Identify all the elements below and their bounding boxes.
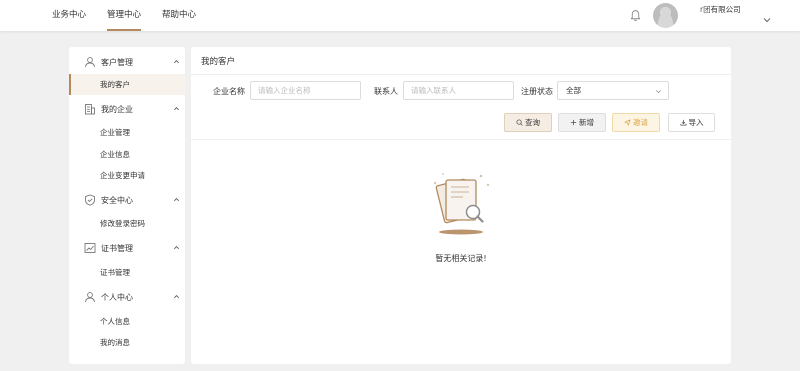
chevron-down-icon[interactable]: [763, 16, 771, 24]
user-icon: [85, 292, 95, 303]
title-divider: [191, 74, 731, 75]
status-select-value: 全部: [566, 86, 581, 95]
top-nav-bar: 业务中心 管理中心 帮助中心 r团有限公司: [0, 0, 800, 31]
sidebar-item-certificate-management[interactable]: 证书管理: [69, 262, 185, 283]
sidebar-group-customer[interactable]: 客户管理: [69, 52, 185, 72]
sidebar-item-enterprise-management[interactable]: 企业管理: [69, 122, 185, 143]
add-button-label: 新增: [579, 118, 594, 127]
user-icon: [85, 57, 95, 68]
bell-icon[interactable]: [629, 9, 642, 22]
content-divider: [191, 139, 731, 140]
chevron-down-icon: [656, 90, 661, 94]
company-name-label: 企业名称: [213, 87, 245, 96]
query-button[interactable]: 查询: [504, 113, 552, 132]
chevron-up-icon: [174, 295, 179, 299]
import-button-label: 导入: [688, 118, 704, 127]
chevron-up-icon: [174, 60, 179, 64]
import-button[interactable]: 导入: [668, 113, 715, 132]
contact-label: 联系人: [374, 87, 398, 96]
query-button-label: 查询: [525, 118, 540, 127]
invite-button[interactable]: 邀请: [612, 113, 660, 132]
sidebar: 客户管理 我的客户 我的企业 企业管理 企业信息 企业变更申请 安全中心 修改登…: [69, 47, 185, 364]
nav-help-center[interactable]: 帮助中心: [162, 0, 196, 31]
sidebar-item-enterprise-change[interactable]: 企业变更申请: [69, 165, 185, 186]
sidebar-group-label: 安全中心: [101, 196, 133, 205]
nav-business-center[interactable]: 业务中心: [52, 0, 86, 31]
contact-input[interactable]: 请输入联系人: [403, 81, 514, 100]
status-label: 注册状态: [521, 87, 553, 96]
sidebar-item-enterprise-info[interactable]: 企业信息: [69, 144, 185, 165]
download-icon: [679, 119, 687, 126]
empty-state-text: 暂无相关记录!: [435, 254, 487, 263]
company-name-prefix: r团: [700, 5, 711, 14]
sidebar-group-label: 证书管理: [101, 244, 133, 253]
search-icon: [516, 119, 523, 126]
sidebar-item-personal-info[interactable]: 个人信息: [69, 311, 185, 332]
sidebar-item-change-password[interactable]: 修改登录密码: [69, 213, 185, 234]
plus-icon: [570, 119, 577, 126]
chart-icon: [84, 243, 96, 253]
sidebar-group-my-enterprise[interactable]: 我的企业: [69, 99, 185, 119]
avatar[interactable]: [653, 3, 678, 28]
chevron-up-icon: [174, 246, 179, 250]
chevron-up-icon: [174, 198, 179, 202]
status-select[interactable]: 全部: [557, 81, 669, 100]
sidebar-group-security[interactable]: 安全中心: [69, 190, 185, 210]
chevron-up-icon: [174, 107, 179, 111]
sidebar-group-label: 客户管理: [101, 58, 133, 67]
add-button[interactable]: 新增: [558, 113, 606, 132]
send-icon: [624, 119, 631, 126]
page-title: 我的客户: [201, 57, 236, 67]
sidebar-group-label: 我的企业: [101, 105, 133, 114]
company-name: r团有限公司: [700, 4, 741, 15]
sidebar-item-my-customers[interactable]: 我的客户: [69, 74, 185, 95]
empty-documents-icon: [433, 173, 490, 235]
main-panel: 我的客户 企业名称 请输入企业名称 联系人 请输入联系人 注册状态 全部 查询 …: [191, 47, 731, 364]
company-name-input[interactable]: 请输入企业名称: [250, 81, 361, 100]
shield-icon: [85, 194, 95, 206]
invite-button-label: 邀请: [633, 118, 648, 127]
sidebar-group-personal[interactable]: 个人中心: [69, 287, 185, 307]
sidebar-group-label: 个人中心: [101, 293, 133, 302]
sidebar-item-my-messages[interactable]: 我的消息: [69, 332, 185, 353]
sidebar-group-certificate[interactable]: 证书管理: [69, 238, 185, 258]
building-icon: [85, 104, 95, 115]
company-name-text: 有限公司: [710, 5, 741, 14]
nav-management-center[interactable]: 管理中心: [107, 0, 142, 31]
